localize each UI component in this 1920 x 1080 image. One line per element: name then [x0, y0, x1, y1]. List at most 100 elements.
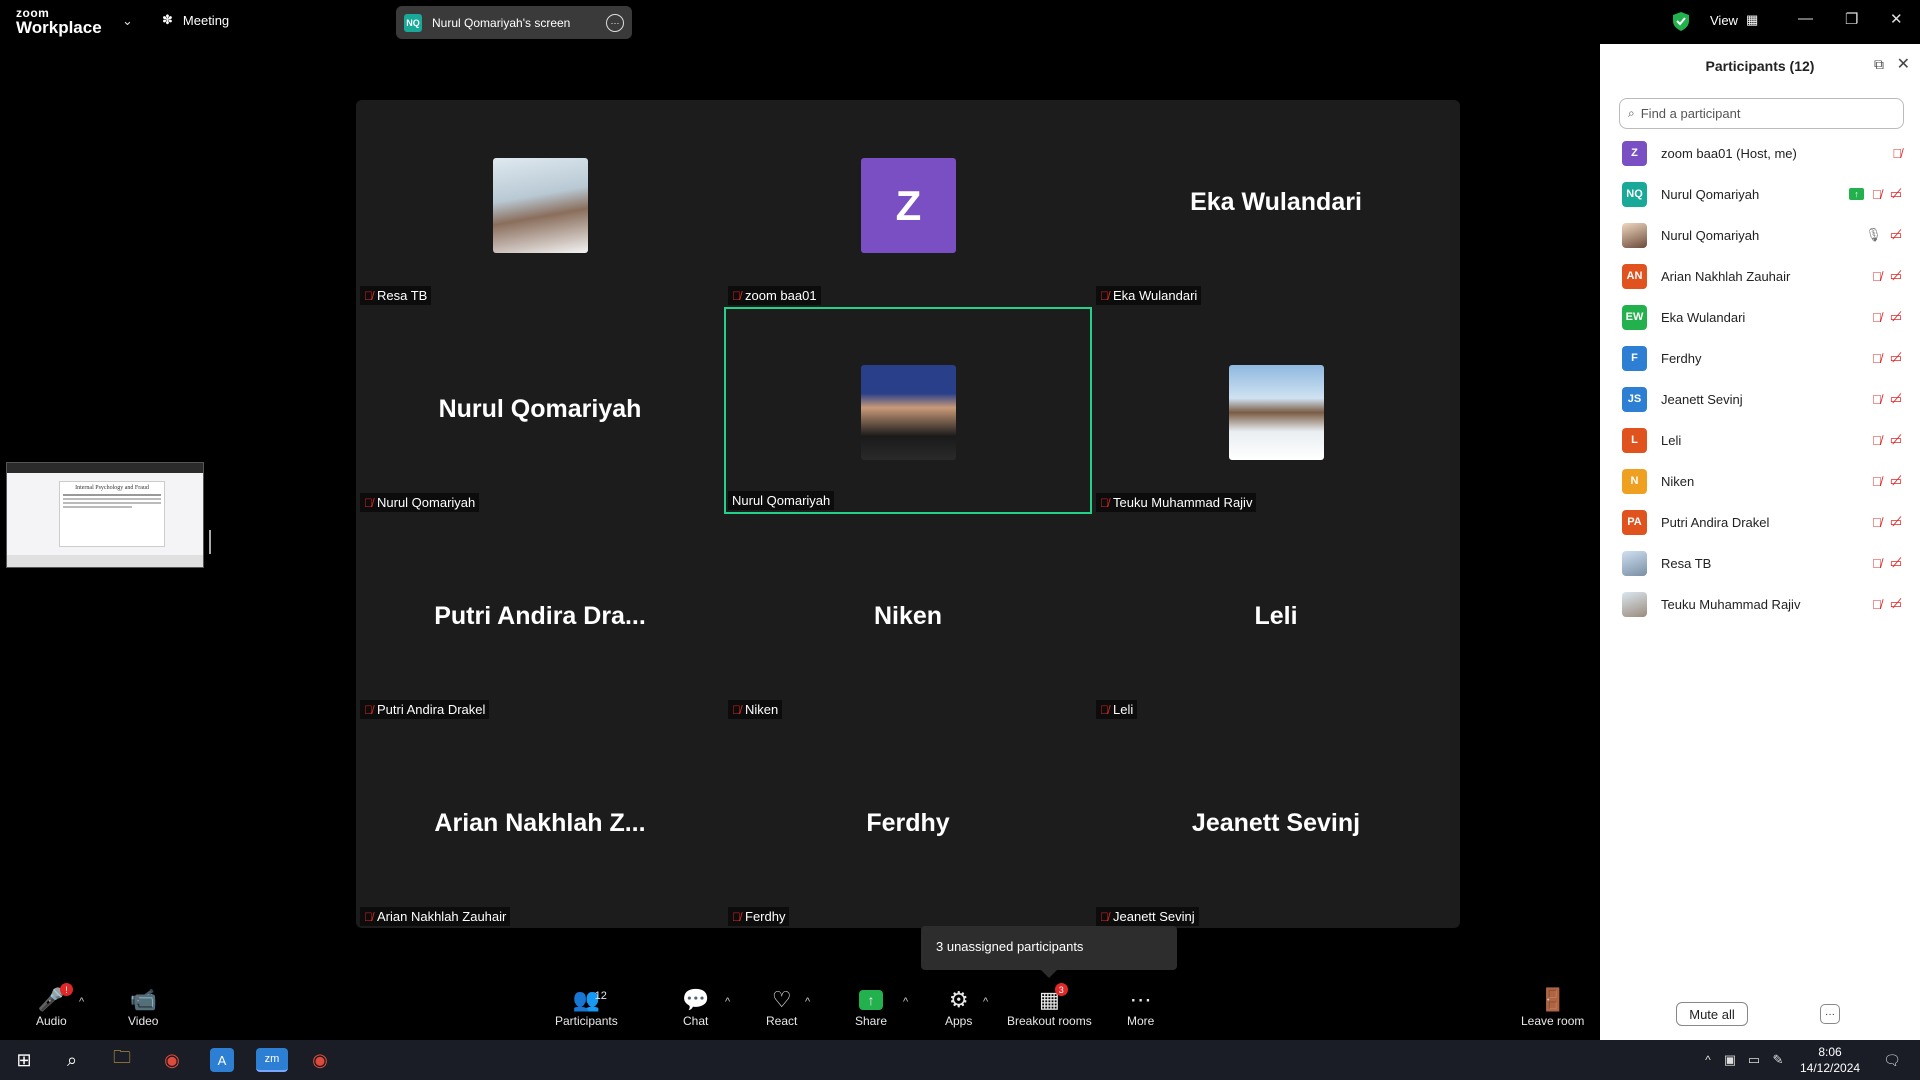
video-off-icon[interactable]: ▭̸	[1890, 432, 1902, 448]
video-off-icon[interactable]: ▭̸	[1890, 186, 1902, 202]
panel-more-icon[interactable]: ···	[1820, 1004, 1840, 1024]
more-options-icon[interactable]: ···	[606, 13, 624, 32]
view-button[interactable]: View ▦	[1710, 12, 1758, 28]
participant-row[interactable]: NQ Nurul Qomariyah ↑ 🎙̸ ▭̸	[1622, 179, 1912, 209]
panel-close-icon[interactable]: ✕	[1897, 54, 1910, 74]
search-input[interactable]	[1640, 106, 1881, 121]
tray-chevron-icon[interactable]: ^	[1696, 1048, 1720, 1072]
notifications-icon[interactable]: 🗨	[1880, 1048, 1904, 1072]
apps-button[interactable]: ⚙ Apps	[945, 986, 972, 1028]
video-off-icon[interactable]: ▭̸	[1890, 309, 1902, 325]
mic-muted-icon[interactable]: 🎙̸	[1872, 515, 1882, 530]
network-icon[interactable]: ▭	[1742, 1048, 1766, 1072]
mic-muted-icon[interactable]: 🎙̸	[1872, 269, 1882, 284]
share-button[interactable]: ↑ Share	[855, 986, 887, 1028]
video-off-icon[interactable]: ▭̸	[1890, 268, 1902, 284]
audio-options-caret-icon[interactable]: ^	[79, 996, 84, 1008]
file-explorer-icon[interactable]: 🗀	[110, 1047, 134, 1072]
video-tile[interactable]: 🎙̸ Resa TB	[356, 100, 724, 307]
mic-muted-icon[interactable]: 🎙̸	[1872, 433, 1882, 448]
tile-name: Ferdhy	[866, 809, 950, 837]
video-button[interactable]: 📹 Video	[128, 986, 158, 1028]
video-off-icon[interactable]: ▭̸	[1890, 350, 1902, 366]
video-off-icon[interactable]: ▭̸	[1890, 514, 1902, 530]
mic-muted-icon[interactable]: 🎙̸	[1872, 392, 1882, 407]
participant-row[interactable]: EW Eka Wulandari 🎙̸ ▭̸	[1622, 302, 1912, 332]
shared-screen-thumbnail[interactable]: Internal Psychology and Fraud	[6, 462, 204, 568]
video-tile[interactable]: Putri Andira Dra... 🎙̸ Putri Andira Drake…	[356, 514, 724, 721]
react-button[interactable]: ♡ React	[766, 986, 797, 1028]
video-tile[interactable]: Ferdhy 🎙̸ Ferdhy	[724, 721, 1092, 928]
participant-row[interactable]: PA Putri Andira Drakel 🎙̸ ▭̸	[1622, 507, 1912, 537]
participant-row[interactable]: Z zoom baa01 (Host, me) 🎙̸	[1622, 138, 1912, 168]
mute-all-button[interactable]: Mute all	[1676, 1002, 1748, 1026]
zoom-taskbar-icon[interactable]: zm	[256, 1048, 288, 1072]
close-icon[interactable]: ✕	[1890, 10, 1903, 28]
leave-room-button[interactable]: 🚪 Leave room	[1521, 986, 1584, 1028]
video-tile[interactable]: Nurul Qomariyah 🎙̸ Nurul Qomariyah	[356, 307, 724, 514]
windows-start-icon[interactable]: ⊞	[12, 1048, 36, 1072]
mic-on-icon[interactable]: 🎙	[1865, 227, 1882, 243]
video-off-icon[interactable]: ▭̸	[1890, 391, 1902, 407]
shared-screen-pill[interactable]: NQ Nurul Qomariyah's screen ···	[396, 6, 632, 39]
pen-icon[interactable]: ✎	[1766, 1048, 1790, 1072]
video-tile-active-speaker[interactable]: Nurul Qomariyah	[724, 307, 1092, 514]
tile-label: 🎙̸ Leli	[1096, 700, 1138, 719]
sharer-avatar: NQ	[404, 13, 422, 32]
video-tile[interactable]: Jeanett Sevinj 🎙̸ Jeanett Sevinj	[1092, 721, 1460, 928]
mic-muted-icon[interactable]: 🎙̸	[1872, 310, 1882, 325]
mic-muted-icon[interactable]: 🎙̸	[1872, 351, 1882, 366]
video-tile[interactable]: Eka Wulandari 🎙̸ Eka Wulandari	[1092, 100, 1460, 307]
participant-row[interactable]: Nurul Qomariyah 🎙 ▭̸	[1622, 220, 1912, 250]
participant-row[interactable]: AN Arian Nakhlah Zauhair 🎙̸ ▭̸	[1622, 261, 1912, 291]
participant-row[interactable]: N Niken 🎙̸ ▭̸	[1622, 466, 1912, 496]
react-options-caret-icon[interactable]: ^	[805, 996, 810, 1008]
participant-name: Arian Nakhlah Zauhair	[1661, 268, 1791, 284]
apps-options-caret-icon[interactable]: ^	[983, 996, 988, 1008]
pop-out-icon[interactable]: ⧉	[1874, 56, 1884, 73]
participant-row[interactable]: F Ferdhy 🎙̸ ▭̸	[1622, 343, 1912, 373]
video-tile[interactable]: Niken 🎙̸ Niken	[724, 514, 1092, 721]
participant-row[interactable]: L Leli 🎙̸ ▭̸	[1622, 425, 1912, 455]
mic-muted-icon[interactable]: 🎙̸	[1872, 556, 1882, 571]
participant-row[interactable]: JS Jeanett Sevinj 🎙̸ ▭̸	[1622, 384, 1912, 414]
video-off-icon[interactable]: ▭̸	[1890, 596, 1902, 612]
chat-options-caret-icon[interactable]: ^	[725, 996, 730, 1008]
app-store-icon[interactable]: A	[210, 1048, 234, 1072]
taskbar-clock[interactable]: 8:06 14/12/2024	[1800, 1044, 1860, 1076]
meeting-info-button[interactable]: ✽ Meeting	[162, 12, 229, 28]
participant-row[interactable]: Teuku Muhammad Rajiv 🎙̸ ▭̸	[1622, 589, 1912, 619]
audio-button[interactable]: 🎤! Audio	[36, 983, 74, 1028]
chrome-icon[interactable]: ◉	[160, 1048, 184, 1072]
video-off-icon[interactable]: ▭̸	[1890, 555, 1902, 571]
video-off-icon[interactable]: ▭̸	[1890, 473, 1902, 489]
video-tile[interactable]: Arian Nakhlah Z... 🎙̸ Arian Nakhlah Zauha…	[356, 721, 724, 928]
security-shield-icon[interactable]	[1670, 10, 1692, 32]
participant-row[interactable]: Resa TB 🎙̸ ▭̸	[1622, 548, 1912, 578]
video-tile[interactable]: Z 🎙̸ zoom baa01	[724, 100, 1092, 307]
mic-muted-icon[interactable]: 🎙̸	[1872, 474, 1882, 489]
chevron-down-icon[interactable]: ⌄	[122, 13, 133, 29]
thumbnail-resize-handle[interactable]	[209, 530, 211, 554]
mic-muted-icon[interactable]: 🎙̸	[1872, 187, 1882, 202]
video-tile[interactable]: 🎙̸ Teuku Muhammad Rajiv	[1092, 307, 1460, 514]
video-tile[interactable]: Leli 🎙̸ Leli	[1092, 514, 1460, 721]
participant-search[interactable]: ⌕	[1619, 98, 1904, 129]
share-options-caret-icon[interactable]: ^	[903, 996, 908, 1008]
mic-muted-icon[interactable]: 🎙̸	[1892, 146, 1902, 161]
mic-muted-icon: 🎙̸	[1100, 288, 1109, 303]
breakout-rooms-button[interactable]: ▦ 3 Breakout rooms	[1007, 983, 1092, 1028]
chrome-profile-icon[interactable]: ◉	[308, 1048, 332, 1072]
restore-icon[interactable]: ❐	[1845, 10, 1858, 28]
more-button[interactable]: ⋯ More	[1127, 986, 1154, 1028]
search-icon[interactable]: ⌕	[60, 1048, 84, 1072]
tray-camera-icon[interactable]: ▣	[1718, 1048, 1742, 1072]
minimize-icon[interactable]: —	[1798, 10, 1813, 27]
mic-muted-icon: 🎙̸	[364, 702, 373, 717]
chat-button[interactable]: 💬 Chat	[682, 986, 709, 1028]
participants-button[interactable]: 👥 12 Participants	[555, 986, 618, 1028]
chat-label: Chat	[683, 1014, 709, 1028]
video-off-icon[interactable]: ▭̸	[1890, 227, 1902, 243]
mic-muted-icon[interactable]: 🎙̸	[1872, 597, 1882, 612]
tile-label: 🎙̸ Nurul Qomariyah	[360, 493, 480, 512]
